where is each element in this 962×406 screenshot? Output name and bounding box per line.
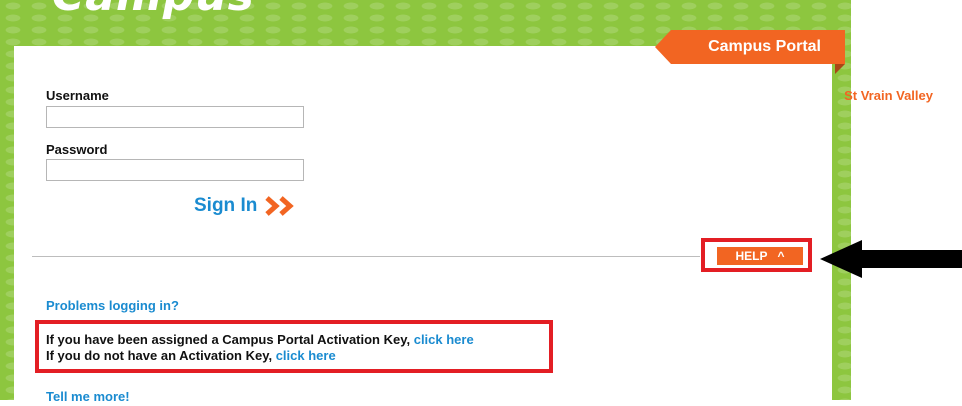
activation-none-line: If you do not have an Activation Key, cl… [46,348,336,363]
tell-me-more-link[interactable]: Tell me more! [46,389,130,404]
tab-fold-decoration [835,64,845,74]
problems-logging-in-link[interactable]: Problems logging in? [46,298,179,313]
password-input[interactable] [46,159,304,181]
activation-none-link[interactable]: click here [276,348,336,363]
campus-logo: Campus [52,0,255,21]
activation-assigned-text: If you have been assigned a Campus Porta… [46,332,414,347]
portal-tab-label: Campus Portal [708,38,821,55]
help-button[interactable]: HELP ^ [717,247,803,265]
username-input[interactable] [46,106,304,128]
campus-portal-tab: Campus Portal [655,30,845,64]
password-label: Password [46,142,108,157]
district-name: St Vrain Valley [844,88,933,103]
activation-assigned-line: If you have been assigned a Campus Porta… [46,332,474,347]
sign-in-button[interactable]: Sign In [194,195,298,217]
username-label: Username [46,88,109,103]
double-chevron-right-icon [265,196,295,216]
help-label: HELP [735,249,768,263]
arrow-pointer-icon [820,240,962,278]
section-divider [32,256,700,257]
sign-in-label: Sign In [194,195,258,216]
activation-none-text: If you do not have an Activation Key, [46,348,276,363]
chevron-up-icon: ^ [777,249,785,263]
activation-assigned-link[interactable]: click here [414,332,474,347]
